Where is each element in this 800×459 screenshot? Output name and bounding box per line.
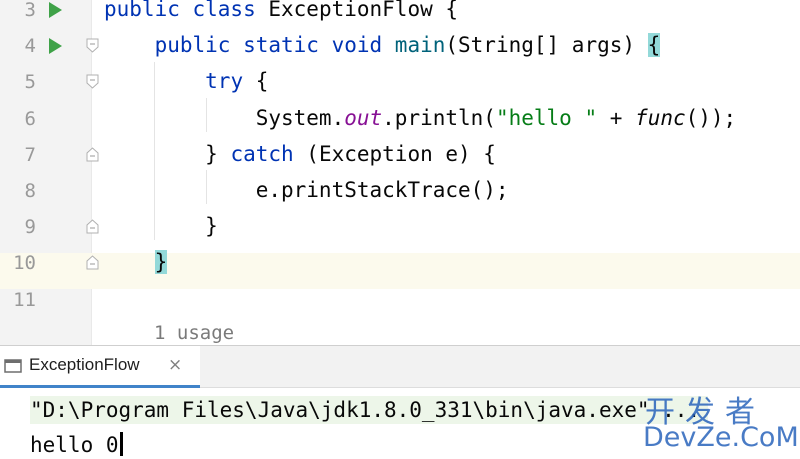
code-token: (String[] args) [445,33,648,58]
fold-close-icon[interactable] [86,219,99,234]
console-output-line: hello 0 [30,431,123,459]
run-gutter-icon[interactable] [49,38,62,55]
line-number[interactable]: 6 [0,109,36,145]
text-caret [119,432,123,456]
code-token: func [635,105,686,130]
line-number[interactable]: 8 [0,181,36,217]
code-line[interactable]: 11 [0,290,800,326]
code-text[interactable]: } catch (Exception e) { [104,140,496,168]
fold-close-icon[interactable] [86,255,99,270]
fold-open-icon[interactable] [86,74,99,90]
code-editor[interactable]: 3 public class ExceptionFlow { 4 public st… [0,0,800,345]
watermark-logo-en: DevZe.CoM [643,422,799,453]
code-token: } [104,214,218,239]
code-token: e.printStackTrace(); [104,178,509,202]
tab-label: ExceptionFlow [29,355,140,374]
code-text[interactable]: System.out.println("hello " + func()); [104,104,737,132]
code-text[interactable]: e.printStackTrace(); [104,176,509,204]
line-number[interactable]: 10 [0,253,36,289]
output-text: hello 0 [30,433,119,457]
run-tab-bar: ExceptionFlow × [0,346,800,388]
line-number[interactable]: 3 [0,0,36,36]
code-token: try [205,69,256,94]
run-gutter-icon[interactable] [49,2,62,18]
code-text[interactable]: } [104,248,168,276]
line-number[interactable]: 7 [0,145,36,181]
code-token: public class [104,0,269,21]
line-number[interactable]: 4 [0,36,36,72]
indent-guide [206,98,207,132]
fold-open-icon[interactable] [86,38,99,53]
usage-hint[interactable]: 1 usage [154,322,234,344]
code-text[interactable]: public class ExceptionFlow { [104,0,458,23]
code-text[interactable]: public static void main(String[] args) { [104,31,661,59]
fold-close-icon[interactable] [86,147,99,162]
code-text[interactable]: try { [104,67,268,95]
code-token: } [104,141,231,166]
code-token: (Exception e) { [306,141,496,166]
close-icon[interactable]: × [168,355,182,375]
code-token: out [344,105,383,130]
code-token: { [255,69,269,94]
code-token: ()); [685,105,737,130]
code-token: .println( [382,105,496,130]
code-token: "hello " [495,105,598,130]
code-token: System. [104,105,345,130]
code-token: main [394,33,446,58]
code-token: public static void [154,33,395,58]
line-number[interactable]: 9 [0,217,36,253]
code-token: ExceptionFlow { [268,0,459,21]
tab-exception-flow[interactable]: ExceptionFlow × [0,346,200,388]
line-number[interactable]: 11 [0,290,36,326]
code-text[interactable]: } [104,212,218,240]
console-command-line: "D:\Program Files\Java\jdk1.8.0_331\bin\… [30,396,709,424]
code-token: catch [230,141,307,166]
indent-guide [154,62,155,240]
code-token: + [597,105,636,130]
code-line[interactable]: 10 } [0,250,800,290]
app-window-icon [4,358,22,373]
line-number[interactable]: 5 [0,72,36,108]
indent-guide [206,170,207,204]
code-token: { [647,33,661,58]
code-token: } [154,250,168,275]
